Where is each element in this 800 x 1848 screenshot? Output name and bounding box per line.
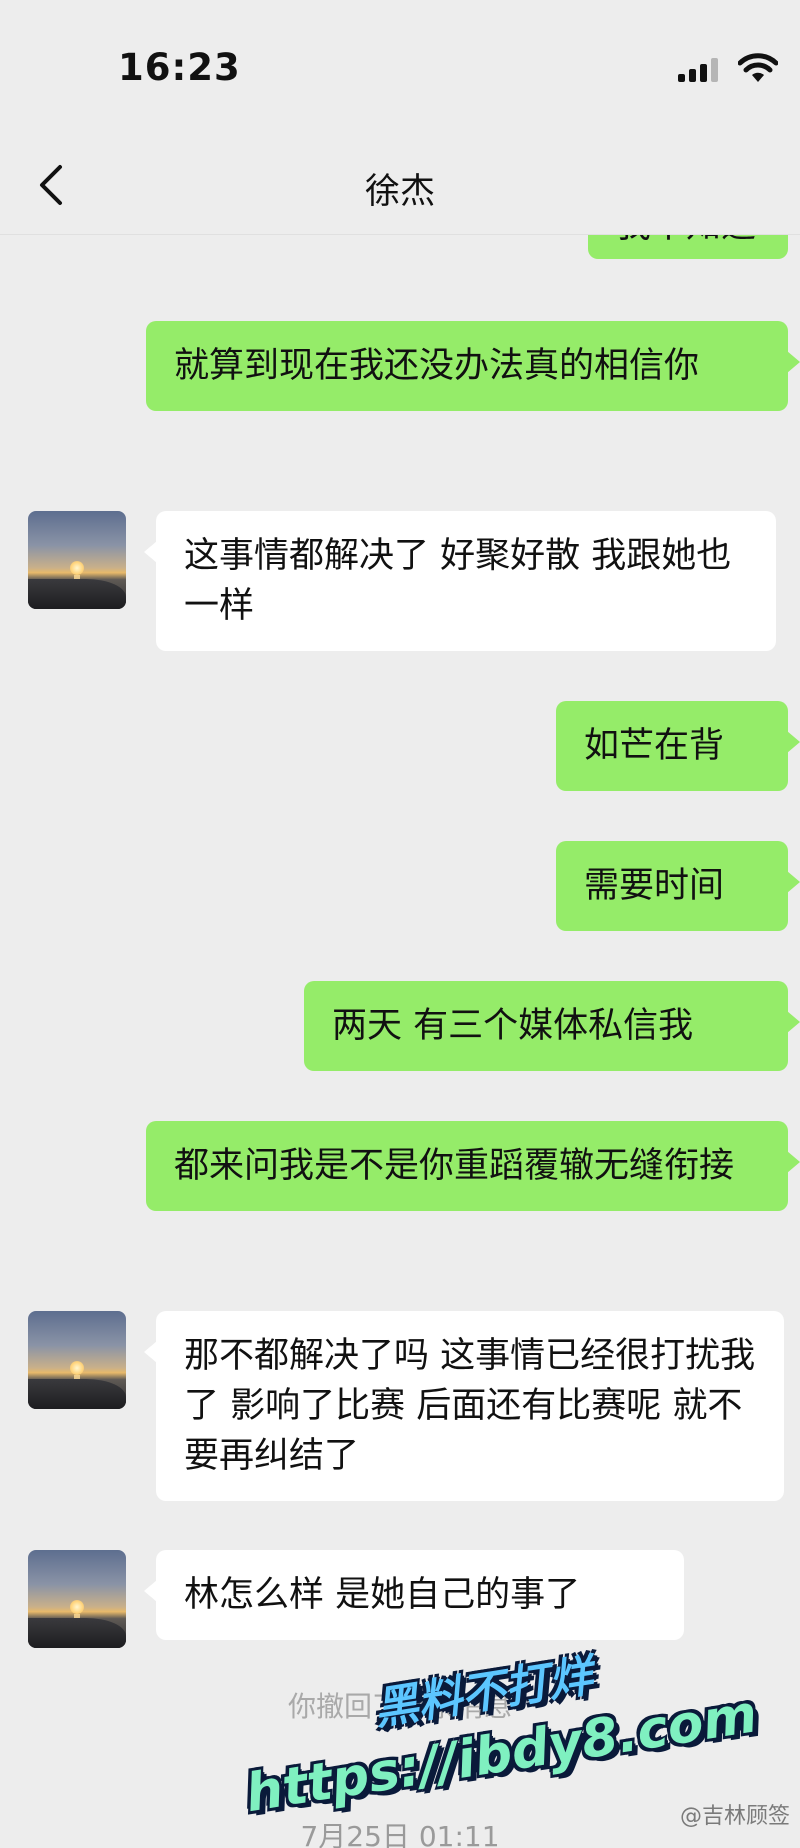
message-list[interactable]: 我不知道 就算到现在我还没办法真的相信你 这事情都解决了 好聚好散 我跟她也一样… xyxy=(0,235,800,1848)
message-bubble-sent[interactable]: 就算到现在我还没办法真的相信你 xyxy=(146,321,800,411)
message-bubble-sent[interactable]: 两天 有三个媒体私信我 xyxy=(304,981,800,1071)
message-bubble-sent[interactable]: 需要时间 xyxy=(556,841,800,931)
signal-icon xyxy=(678,58,718,82)
message-bubble-received[interactable]: 那不都解决了吗 这事情已经很打扰我了 影响了比赛 后面还有比赛呢 就不要再纠结了 xyxy=(144,1311,784,1501)
chat-header: 徐杰 xyxy=(0,135,800,235)
contact-avatar[interactable] xyxy=(28,511,126,609)
message-bubble-sent[interactable]: 我不知道 xyxy=(588,235,788,259)
message-bubble-received[interactable]: 这事情都解决了 好聚好散 我跟她也一样 xyxy=(144,511,776,651)
contact-name: 徐杰 xyxy=(364,172,435,212)
message-bubble-sent[interactable]: 如芒在背 xyxy=(556,701,800,791)
source-credit: @吉林顾签 xyxy=(679,1804,790,1829)
status-bar: 16:23 xyxy=(0,0,800,135)
wifi-icon xyxy=(738,53,778,82)
message-bubble-received[interactable]: 林怎么样 是她自己的事了 xyxy=(144,1550,684,1640)
contact-avatar[interactable] xyxy=(28,1550,126,1648)
contact-avatar[interactable] xyxy=(28,1311,126,1409)
message-bubble-sent[interactable]: 都来问我是不是你重蹈覆辙无缝衔接 xyxy=(146,1121,800,1211)
status-time: 16:23 xyxy=(118,46,241,89)
